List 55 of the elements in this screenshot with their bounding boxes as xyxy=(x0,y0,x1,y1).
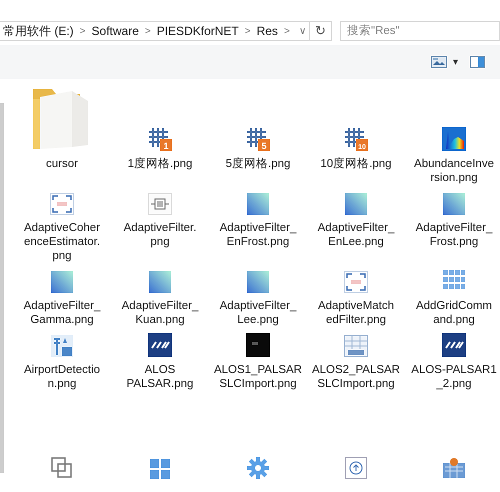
gradient-icon xyxy=(443,193,465,215)
file-name[interactable]: AdaptiveFilter_ Lee.png xyxy=(220,299,296,327)
file-name[interactable]: AddGridComm and.png xyxy=(416,299,492,327)
chevron-icon[interactable]: > xyxy=(76,24,89,38)
tiles-icon xyxy=(150,459,170,479)
chevron-icon[interactable]: > xyxy=(280,24,293,38)
filter-icon xyxy=(148,193,172,215)
map-icon xyxy=(442,457,466,479)
breadcrumb[interactable]: PIESDKforNET xyxy=(154,22,242,40)
gradient-icon xyxy=(247,193,269,215)
dropdown-icon[interactable]: ∨ xyxy=(296,24,309,38)
view-icon[interactable] xyxy=(431,56,447,68)
file-name[interactable]: ALOS-PALSAR1 _2.png xyxy=(411,363,497,391)
upload-icon xyxy=(345,457,367,479)
file-name[interactable]: ALOS2_PALSAR SLCImport.png xyxy=(312,363,400,391)
file-name[interactable]: AbundanceInve rsion.png xyxy=(414,157,494,185)
heatmap-icon xyxy=(442,127,466,151)
chevron-icon[interactable]: > xyxy=(242,24,254,38)
file-name[interactable]: AdaptiveMatch edFilter.png xyxy=(318,299,394,327)
overlap-icon xyxy=(51,457,73,479)
file-name[interactable]: 1度网格.png xyxy=(128,157,192,171)
logo-icon xyxy=(148,333,172,357)
file-name[interactable]: cursor xyxy=(46,157,78,171)
gradient-icon xyxy=(247,271,269,293)
frame-icon xyxy=(344,271,368,293)
search-field[interactable]: 搜索"Res" xyxy=(340,21,500,41)
file-name[interactable]: AdaptiveFilter_ Gamma.png xyxy=(24,299,100,327)
gradient-icon xyxy=(149,271,171,293)
caret-icon[interactable]: ▾ xyxy=(453,54,458,70)
dark-image-icon xyxy=(246,333,270,357)
address-bar[interactable]: 常用软件 (E:) > Software > PIESDKforNET > Res > ∨ ↻ xyxy=(0,21,332,41)
logo-icon xyxy=(442,333,466,357)
chevron-icon[interactable]: > xyxy=(142,24,154,38)
file-name[interactable]: AdaptiveFilter_ EnFrost.png xyxy=(220,221,296,249)
preview-pane-icon[interactable] xyxy=(470,56,485,68)
scrollbar[interactable] xyxy=(0,103,4,473)
gradient-icon xyxy=(51,271,73,293)
file-name[interactable]: AdaptiveCoher enceEstimator. png xyxy=(24,221,100,263)
breadcrumb[interactable]: Software xyxy=(88,22,142,40)
file-name[interactable]: 10度网格.png xyxy=(320,157,392,171)
file-name[interactable]: AdaptiveFilter_ Kuan.png xyxy=(122,299,198,327)
breadcrumb[interactable]: 常用软件 (E:) xyxy=(0,22,77,40)
breadcrumb[interactable]: Res xyxy=(254,22,281,40)
frame-icon xyxy=(50,193,74,215)
settings-icon xyxy=(247,457,269,479)
file-name[interactable]: AdaptiveFilter_ Frost.png xyxy=(416,221,492,249)
file-name[interactable]: AdaptiveFilter_ EnLee.png xyxy=(318,221,394,249)
table-icon xyxy=(344,335,368,357)
file-name[interactable]: 5度网格.png xyxy=(226,157,290,171)
file-name[interactable]: ALOS PALSAR.png xyxy=(126,363,194,391)
file-name[interactable]: ALOS1_PALSAR SLCImport.png xyxy=(214,363,302,391)
gradient-icon xyxy=(345,193,367,215)
file-name[interactable]: AdaptiveFilter. png xyxy=(124,221,196,249)
file-name[interactable]: AirportDetectio n.png xyxy=(24,363,100,391)
airport-icon xyxy=(51,335,73,357)
